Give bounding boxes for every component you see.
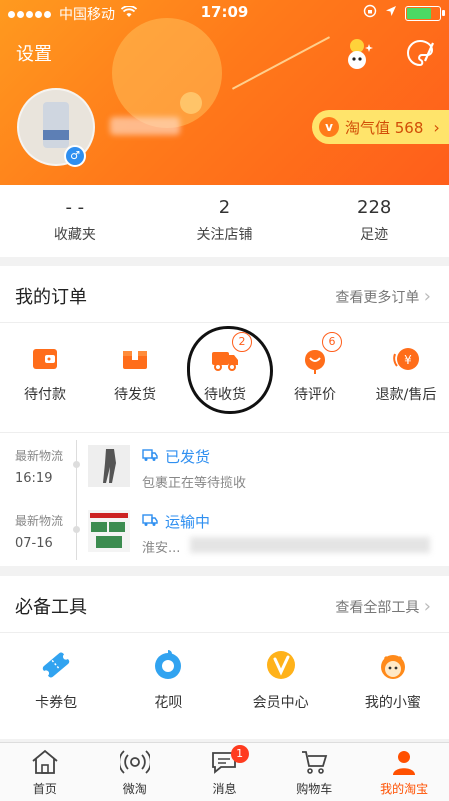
- bottom-tab-bar: 首页 微淘 1 消息 购物车 我的淘宝: [0, 742, 449, 801]
- more-label: 查看更多订单: [335, 290, 420, 306]
- profile-header: 中国移动 17:09 设置 ♂ v 淘气值 568 ›: [0, 0, 449, 185]
- status-bar: 中国移动 17:09: [0, 0, 449, 24]
- refund-icon: ¥: [391, 344, 421, 374]
- lock-rotation-icon: [363, 4, 377, 22]
- view-more-orders-link[interactable]: 查看更多订单 ›: [335, 286, 431, 307]
- view-all-tools-link[interactable]: 查看全部工具 ›: [335, 596, 431, 617]
- tools-row: 卡券包 花呗 会员中心 我的小蜜: [0, 638, 449, 712]
- tool-assistant[interactable]: 我的小蜜: [337, 638, 449, 712]
- stat-followed-shops[interactable]: 2 关注店铺: [150, 185, 300, 257]
- tools-header: 必备工具 查看全部工具 ›: [0, 576, 449, 633]
- order-label: 待付款: [24, 387, 66, 403]
- chevron-right-icon: ›: [433, 117, 440, 137]
- tab-my-taobao[interactable]: 我的淘宝: [359, 743, 449, 801]
- product-thumbnail: [88, 445, 130, 487]
- tab-cart[interactable]: 购物车: [269, 743, 359, 801]
- tab-messages[interactable]: 1 消息: [180, 743, 270, 801]
- order-label: 待发货: [114, 387, 156, 403]
- stats-row: - - 收藏夹 2 关注店铺 228 足迹: [0, 185, 449, 257]
- chevron-right-icon: ›: [423, 286, 431, 307]
- tool-label: 卡券包: [35, 695, 78, 711]
- logistics-time: 07-16: [15, 536, 53, 551]
- order-pending-review[interactable]: 6 待评价: [280, 326, 350, 404]
- broadcast-icon: [117, 748, 152, 776]
- truck-icon: [142, 512, 158, 526]
- wallet-icon: [30, 344, 60, 374]
- order-label: 退款/售后: [375, 387, 437, 403]
- section-title: 我的订单: [15, 287, 87, 308]
- mascot-icon[interactable]: [342, 38, 373, 69]
- location-icon: [385, 5, 397, 21]
- chevron-right-icon: ›: [423, 596, 431, 617]
- cart-icon: [299, 748, 329, 776]
- stat-label: 关注店铺: [196, 227, 253, 243]
- order-refund[interactable]: ¥ 退款/售后: [368, 326, 444, 404]
- tab-label: 首页: [32, 782, 57, 796]
- tools-section: 必备工具 查看全部工具 › 卡券包 花呗 会员中心 我的小蜜: [0, 576, 449, 739]
- order-label: 待评价: [294, 387, 336, 403]
- tab-label: 购物车: [296, 782, 333, 796]
- logistics-desc: 包裹正在等待揽收: [142, 476, 247, 491]
- skin-palette-icon[interactable]: [405, 38, 435, 68]
- tool-label: 我的小蜜: [364, 695, 421, 711]
- section-title: 必备工具: [15, 597, 87, 618]
- stat-footprints[interactable]: 228 足迹: [299, 185, 449, 257]
- assistant-icon: [376, 648, 410, 682]
- tab-home[interactable]: 首页: [0, 743, 90, 801]
- vip-icon: [264, 648, 298, 682]
- blurred-address: [190, 537, 430, 553]
- package-icon: [120, 344, 150, 374]
- logistics-key: 最新物流: [15, 514, 64, 528]
- logistics-status: 已发货: [165, 448, 211, 466]
- product-thumbnail: [88, 510, 130, 552]
- tool-vip-center[interactable]: 会员中心: [225, 638, 337, 712]
- tool-label: 会员中心: [252, 695, 309, 711]
- logistics-item[interactable]: 最新物流 07-16 运输中 淮安...: [0, 502, 449, 566]
- battery-icon: [405, 5, 445, 21]
- stat-label: 足迹: [360, 227, 389, 243]
- logistics-item[interactable]: 最新物流 16:19 已发货 包裹正在等待揽收: [0, 437, 449, 501]
- points-button[interactable]: v 淘气值 568 ›: [312, 110, 449, 144]
- tab-label: 微淘: [122, 782, 147, 796]
- stat-value: - -: [65, 197, 85, 218]
- home-icon: [30, 748, 60, 776]
- stat-label: 收藏夹: [53, 227, 96, 243]
- logistics-key: 最新物流: [15, 449, 64, 463]
- huabei-icon: [151, 648, 185, 682]
- tool-huabei[interactable]: 花呗: [112, 638, 224, 712]
- truck-icon: [142, 447, 158, 461]
- ticket-icon: [39, 648, 73, 682]
- v-badge-icon: v: [319, 117, 339, 137]
- username-blurred: [110, 117, 180, 135]
- count-badge: 6: [322, 332, 342, 352]
- stat-value: 2: [218, 197, 231, 218]
- orders-header: 我的订单 查看更多订单 ›: [0, 266, 449, 323]
- settings-button[interactable]: 设置: [16, 40, 52, 66]
- message-badge: 1: [230, 745, 249, 763]
- logistics-desc: 淮安...: [142, 541, 181, 556]
- hand-drawn-circle-annotation: [187, 326, 273, 414]
- logistics-time: 16:19: [15, 471, 53, 486]
- order-pending-shipment[interactable]: 待发货: [100, 326, 170, 404]
- more-label: 查看全部工具: [335, 600, 420, 616]
- tool-label: 花呗: [154, 695, 183, 711]
- svg-text:¥: ¥: [404, 353, 412, 367]
- stat-value: 228: [357, 197, 392, 218]
- flower-icon: 6: [300, 332, 342, 374]
- points-label: 淘气值 568: [345, 118, 424, 137]
- tool-coupons[interactable]: 卡券包: [0, 638, 112, 712]
- tab-label: 我的淘宝: [380, 782, 429, 796]
- order-pending-payment[interactable]: 待付款: [10, 326, 80, 404]
- tab-weitao[interactable]: 微淘: [90, 743, 180, 801]
- male-gender-icon: ♂: [64, 145, 86, 167]
- tab-label: 消息: [212, 782, 237, 796]
- logistics-status: 运输中: [165, 513, 211, 531]
- stat-favorites[interactable]: - - 收藏夹: [0, 185, 150, 257]
- profile-icon: [389, 748, 419, 776]
